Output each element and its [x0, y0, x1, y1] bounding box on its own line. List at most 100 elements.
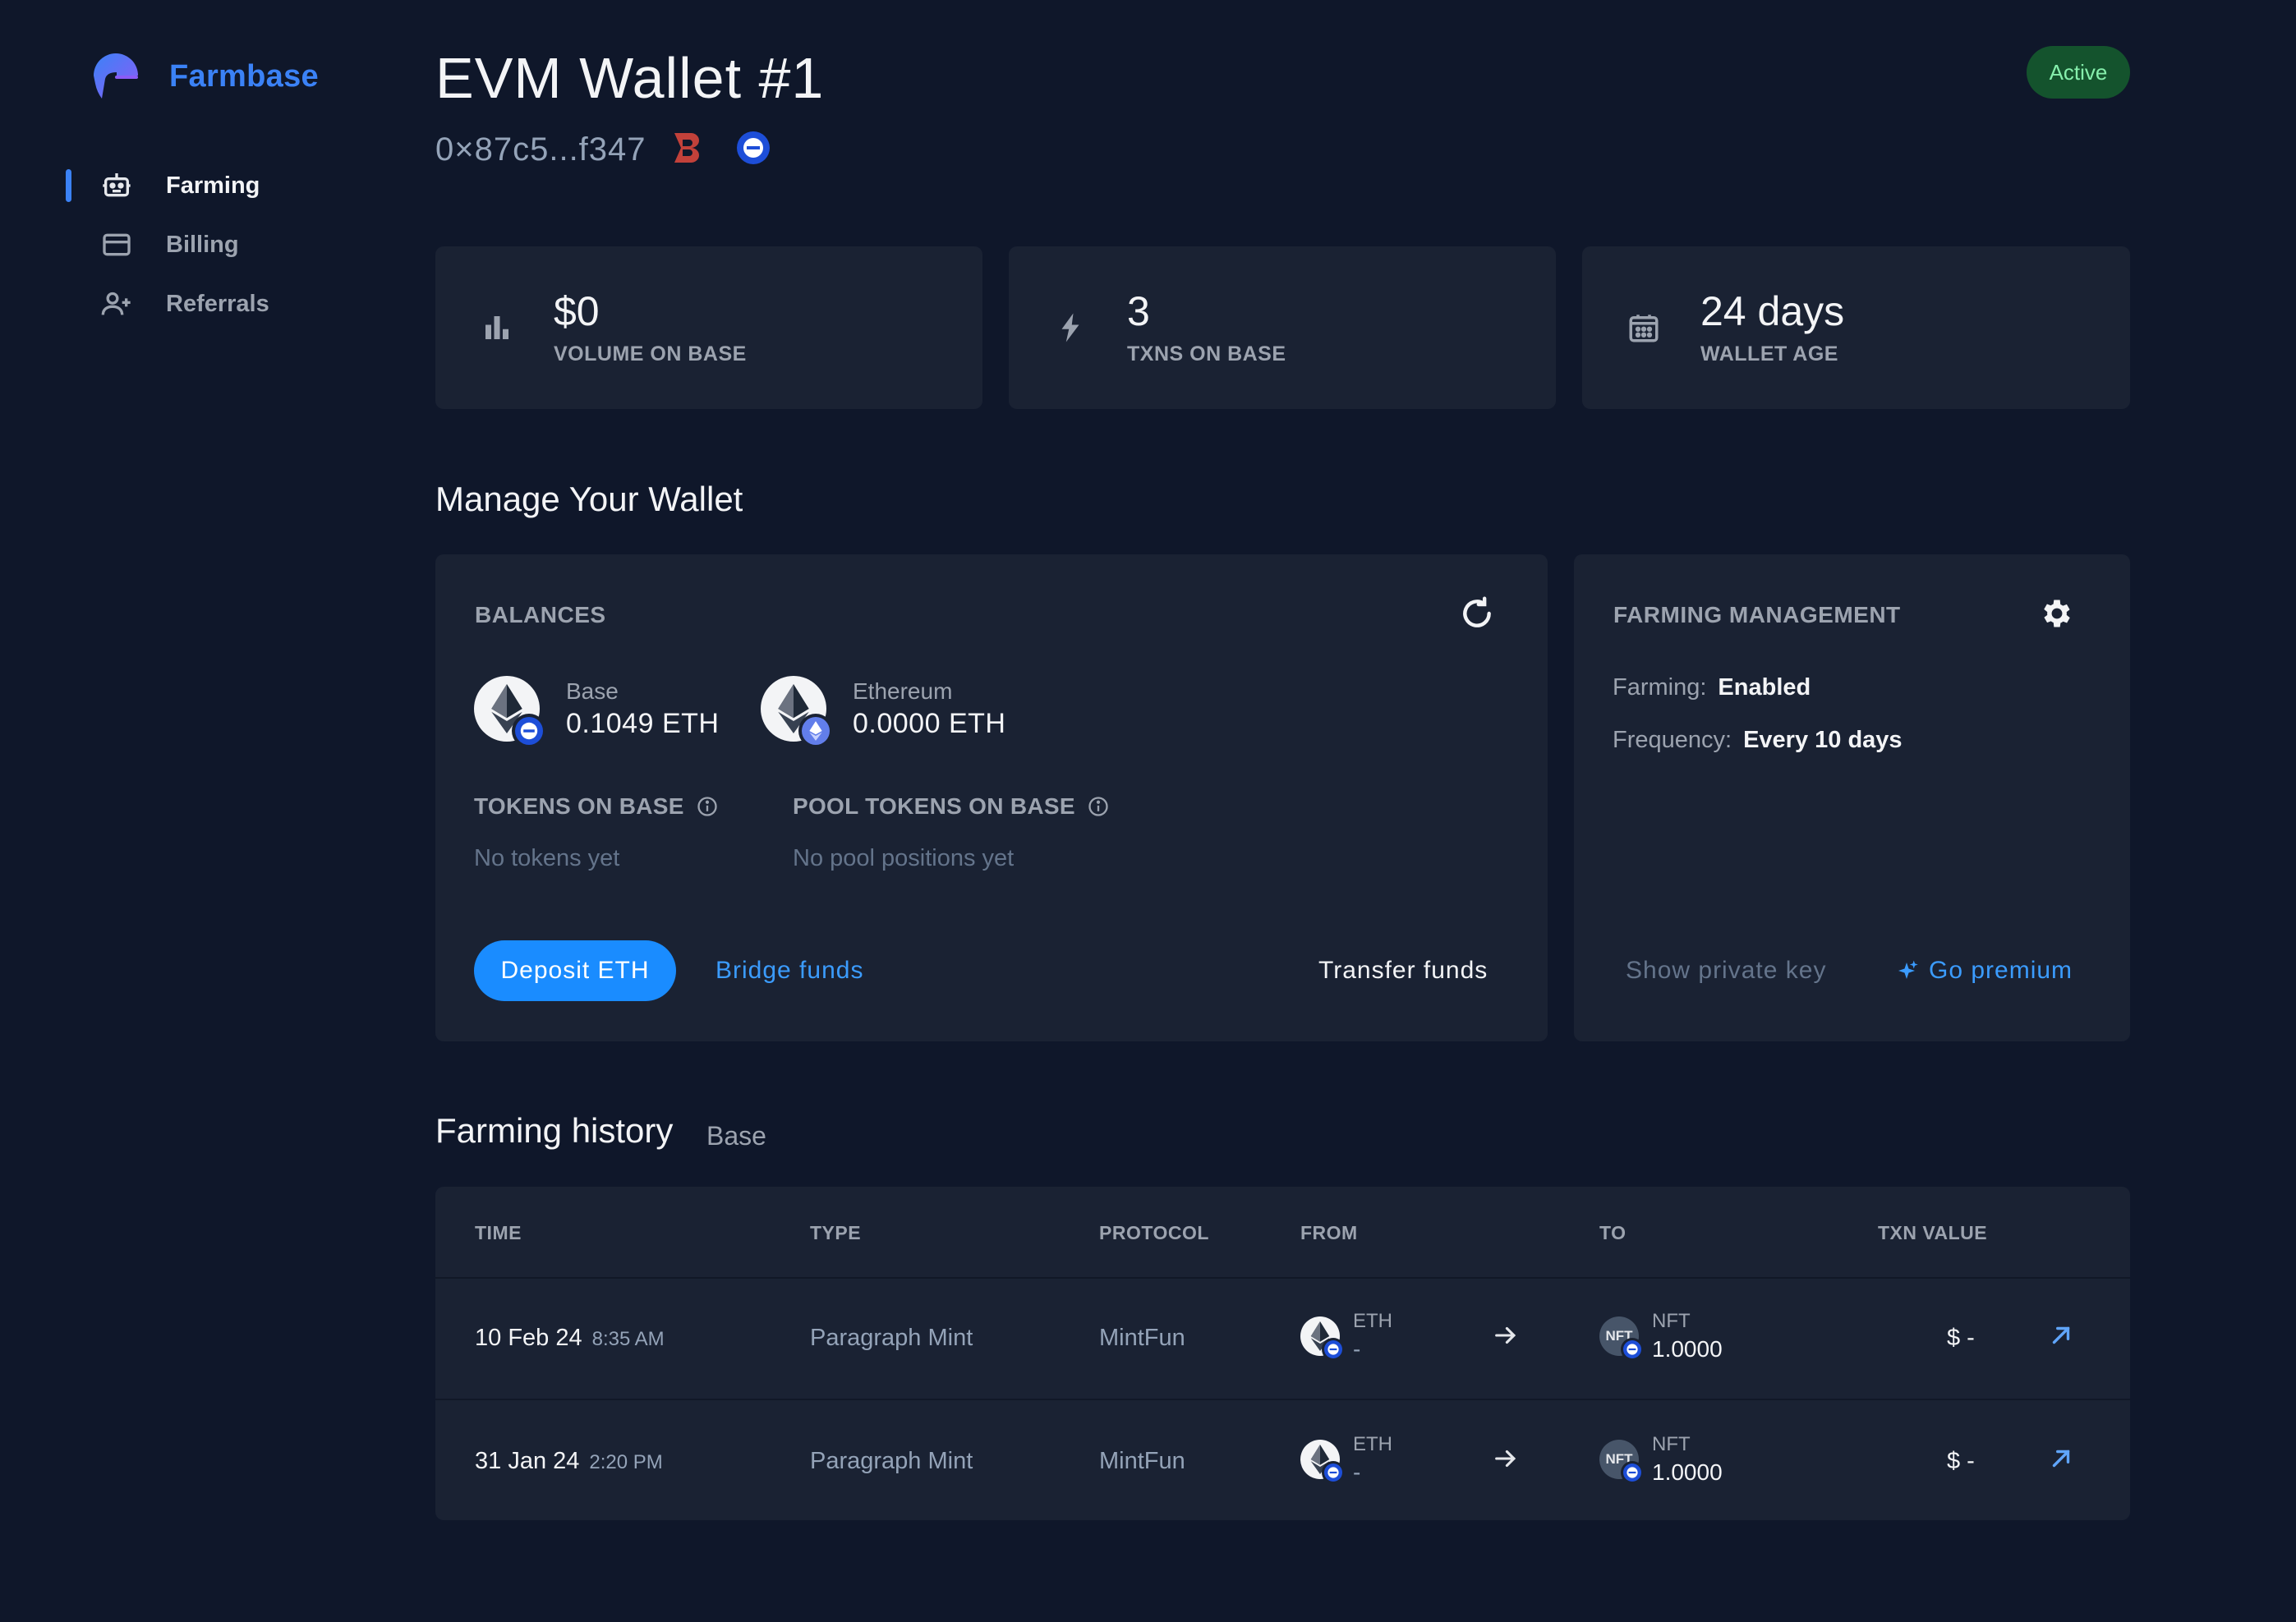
- base-scan-icon[interactable]: [736, 131, 770, 168]
- arrow-right-icon: [1495, 1326, 1516, 1344]
- stat-value: 3: [1127, 288, 1150, 334]
- base-chain-icon: [512, 714, 546, 748]
- base-chain-icon: [1322, 1461, 1345, 1484]
- history-network: Base: [706, 1121, 766, 1151]
- eth-icon: [1300, 1440, 1345, 1484]
- arrow-right-icon: [1495, 1450, 1516, 1468]
- show-private-key-button[interactable]: Show private key: [1626, 957, 1826, 985]
- calendar-icon: [1629, 315, 1659, 342]
- deposit-eth-button[interactable]: Deposit ETH: [474, 940, 676, 1001]
- pool-empty: No pool positions yet: [793, 845, 1015, 871]
- from-amount: -: [1353, 1336, 1361, 1362]
- row-date: 10 Feb 24: [475, 1325, 582, 1351]
- external-link-icon[interactable]: [2047, 1321, 2075, 1349]
- to-token: NFT: [1652, 1310, 1691, 1332]
- tokens-heading-label: TOKENS ON BASE: [474, 793, 684, 819]
- to-amount: 1.0000: [1652, 1336, 1723, 1362]
- sparkle-icon: [1898, 960, 1918, 979]
- balance-chain: Ethereum: [853, 678, 953, 704]
- row-type: Paragraph Mint: [810, 1325, 973, 1351]
- go-premium-label: Go premium: [1929, 957, 2073, 984]
- tokens-empty: No tokens yet: [474, 845, 620, 871]
- sidebar-item-billing[interactable]: Billing: [0, 215, 394, 274]
- base-chain-icon: [1621, 1338, 1644, 1361]
- row-time: 10 Feb 24 8:35 AM: [475, 1325, 665, 1352]
- column-header-type: TYPE: [810, 1222, 862, 1243]
- farming-status-value: Enabled: [1718, 674, 1811, 701]
- farmbase-logo-icon: [94, 53, 138, 99]
- farming-status: Farming: Enabled: [1613, 674, 1811, 701]
- brand[interactable]: Farmbase: [90, 51, 319, 102]
- eth-mainnet-coin: [761, 676, 833, 748]
- sidebar: Farmbase Farming Billing Referrals: [0, 0, 394, 1622]
- credit-card-icon: [99, 227, 135, 263]
- section-title-history: Farming history: [435, 1111, 674, 1150]
- stat-value: 24 days: [1700, 288, 1845, 334]
- row-protocol: MintFun: [1099, 1325, 1185, 1351]
- tokens-heading: TOKENS ON BASE: [474, 793, 719, 820]
- eth-icon: [1300, 1316, 1345, 1361]
- row-clock: 2:20 PM: [589, 1451, 663, 1473]
- sidebar-item-label: Referrals: [166, 290, 269, 317]
- column-header-time: TIME: [475, 1222, 522, 1243]
- brand-name: Farmbase: [169, 58, 319, 94]
- row-type: Paragraph Mint: [810, 1448, 973, 1474]
- page-title: EVM Wallet #1: [435, 46, 825, 110]
- wallet-address-row: 0×87c5...f347: [435, 131, 770, 168]
- sidebar-item-referrals[interactable]: Referrals: [0, 274, 394, 333]
- robot-icon: [99, 168, 135, 204]
- info-icon[interactable]: [696, 795, 719, 818]
- user-plus-icon: [99, 286, 135, 322]
- column-header-txn-value: TXN VALUE: [1878, 1222, 1988, 1243]
- row-from: ETH -: [1300, 1310, 1392, 1362]
- row-from: ETH -: [1300, 1433, 1392, 1486]
- balance-amount: 0.1049 ETH: [566, 707, 720, 739]
- farming-frequency: Frequency: Every 10 days: [1613, 727, 1903, 754]
- balances-panel: BALANCES Base 0.1049 ETH Ethereum 0.0000…: [435, 554, 1548, 1041]
- section-title-manage: Manage Your Wallet: [435, 480, 743, 518]
- external-link-icon[interactable]: [2047, 1445, 2075, 1473]
- farming-status-key: Farming:: [1613, 674, 1707, 701]
- row-time: 31 Jan 24 2:20 PM: [475, 1448, 663, 1475]
- balance-ethereum: Ethereum 0.0000 ETH: [761, 676, 1006, 748]
- row-date: 31 Jan 24: [475, 1448, 580, 1474]
- nft-icon: NFT: [1599, 1316, 1644, 1361]
- balance-base: Base 0.1049 ETH: [474, 676, 720, 748]
- info-icon[interactable]: [1087, 795, 1110, 818]
- farming-frequency-value: Every 10 days: [1743, 727, 1903, 753]
- from-token: ETH: [1353, 1310, 1392, 1332]
- go-premium-button[interactable]: Go premium: [1894, 957, 2073, 985]
- base-chain-icon: [1322, 1338, 1345, 1361]
- farming-heading: FARMING MANAGEMENT: [1613, 602, 1901, 627]
- lightning-icon: [1061, 313, 1079, 342]
- column-header-from: FROM: [1300, 1222, 1358, 1243]
- balances-heading: BALANCES: [475, 602, 606, 627]
- column-header-protocol: PROTOCOL: [1099, 1222, 1209, 1243]
- history-table: TIME TYPE PROTOCOL FROM TO TXN VALUE 10 …: [435, 1187, 2130, 1520]
- sidebar-item-label: Farming: [166, 172, 260, 199]
- bridge-funds-button[interactable]: Bridge funds: [715, 957, 863, 985]
- row-to: NFT NFT 1.0000: [1599, 1310, 1723, 1362]
- gear-icon[interactable]: [2039, 595, 2075, 632]
- row-to: NFT NFT 1.0000: [1599, 1433, 1723, 1486]
- eth-base-coin: [474, 676, 546, 748]
- status-badge: Active: [2027, 46, 2130, 99]
- wallet-address[interactable]: 0×87c5...f347: [435, 131, 646, 168]
- farming-frequency-key: Frequency:: [1613, 727, 1732, 753]
- table-row[interactable]: 31 Jan 24 2:20 PM Paragraph Mint MintFun …: [435, 1402, 2130, 1520]
- stat-label: TXNS ON BASE: [1127, 342, 1286, 365]
- debank-icon[interactable]: [673, 131, 704, 168]
- balance-chain: Base: [566, 678, 619, 704]
- stat-label: WALLET AGE: [1700, 342, 1838, 365]
- stat-value: $0: [554, 288, 600, 334]
- stat-card-volume: $0 VOLUME ON BASE: [435, 246, 982, 409]
- sidebar-item-farming[interactable]: Farming: [0, 156, 394, 215]
- row-clock: 8:35 AM: [591, 1328, 665, 1350]
- transfer-funds-button[interactable]: Transfer funds: [1318, 957, 1488, 985]
- bar-chart-icon: [485, 316, 508, 339]
- column-header-to: TO: [1599, 1222, 1627, 1243]
- balance-amount: 0.0000 ETH: [853, 707, 1006, 739]
- sidebar-item-label: Billing: [166, 231, 239, 258]
- table-row[interactable]: 10 Feb 24 8:35 AM Paragraph Mint MintFun …: [435, 1279, 2130, 1400]
- refresh-icon[interactable]: [1459, 595, 1495, 632]
